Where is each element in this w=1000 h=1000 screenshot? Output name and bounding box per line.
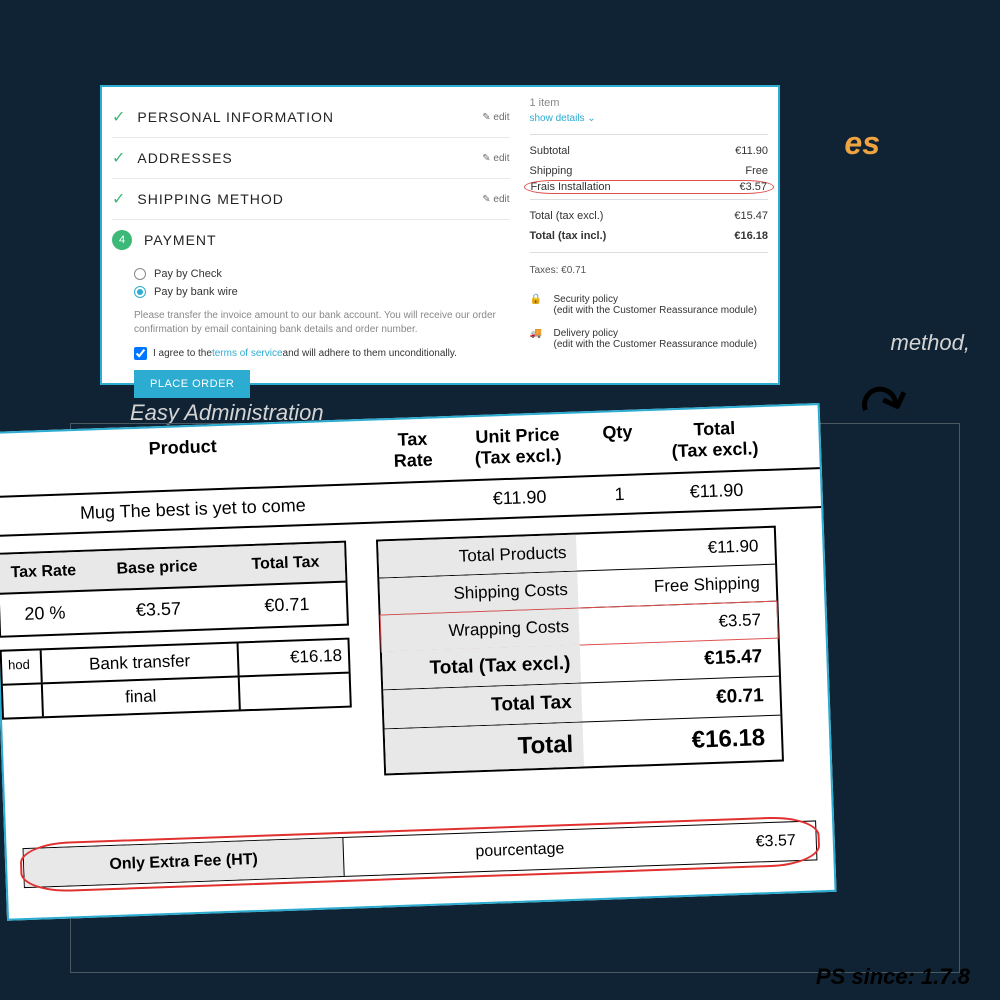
payment-body: Pay by Check Pay by bank wire Please tra… [112, 260, 510, 398]
step-payment: 4 PAYMENT [112, 220, 510, 260]
pay-check[interactable]: Pay by Check [134, 265, 510, 283]
sum-subtotal: Subtotal€11.90 [530, 141, 769, 161]
radio-icon [134, 268, 146, 280]
td-total: €11.90 [654, 478, 795, 504]
bg-text-es: es [844, 125, 880, 162]
bg-text-method: method, [891, 330, 971, 356]
th-tax: TaxRate [372, 428, 453, 473]
edit-link[interactable]: ✎ edit [482, 194, 509, 205]
checkout-panel: ✓ PERSONAL INFORMATION ✎ edit ✓ ADDRESSE… [100, 85, 780, 385]
ps-version: PS since: 1.7.8 [816, 964, 970, 990]
td-unit: €11.90 [454, 485, 585, 511]
pay-wire[interactable]: Pay by bank wire [134, 283, 510, 301]
terms-checkbox[interactable] [134, 347, 147, 360]
edit-link[interactable]: ✎ edit [482, 112, 509, 123]
payment-note: Please transfer the invoice amount to ou… [134, 309, 510, 337]
ef-mode: pourcentage [343, 826, 696, 876]
sum-shipping: ShippingFree [530, 161, 769, 181]
step-title: PERSONAL INFORMATION [137, 109, 334, 125]
lock-icon: 🔒 [530, 294, 548, 305]
th-unit: Unit Price(Tax excl.) [452, 423, 583, 470]
step-addresses[interactable]: ✓ ADDRESSES ✎ edit [112, 138, 510, 179]
terms-link[interactable]: terms of service [212, 348, 283, 359]
totals-table: Total Products€11.90 Shipping CostsFree … [376, 526, 784, 776]
sum-total-excl: Total (tax excl.)€15.47 [530, 206, 769, 226]
terms-pre: I agree to the [153, 348, 212, 359]
terms-post: and will adhere to them unconditionally. [283, 348, 457, 359]
th-qty: Qty [582, 421, 653, 465]
tax-table: Tax RateBase priceTotal Tax 20 %€3.57€0.… [0, 541, 349, 638]
item-count: 1 item [530, 97, 769, 109]
step-personal[interactable]: ✓ PERSONAL INFORMATION ✎ edit [112, 97, 510, 138]
ef-val: €3.57 [695, 821, 816, 863]
check-icon: ✓ [112, 107, 125, 127]
radio-label: Pay by bank wire [154, 286, 238, 298]
sum-fee: Frais Installation€3.57 [524, 180, 775, 194]
radio-icon [134, 286, 146, 298]
check-icon: ✓ [112, 148, 125, 168]
payment-table: hodBank transfer€16.18 final [0, 638, 352, 720]
checkout-steps: ✓ PERSONAL INFORMATION ✎ edit ✓ ADDRESSE… [102, 87, 520, 383]
edit-link[interactable]: ✎ edit [482, 153, 509, 164]
step-title: SHIPPING METHOD [137, 191, 283, 207]
step-title: ADDRESSES [137, 150, 232, 166]
sum-total-incl: Total (tax incl.)€16.18 [530, 226, 769, 246]
order-summary: 1 item show details ⌄ Subtotal€11.90 Shi… [520, 87, 779, 383]
step-title: PAYMENT [144, 232, 217, 248]
delivery-policy: 🚚 Delivery policy(edit with the Customer… [530, 328, 769, 350]
show-details-link[interactable]: show details ⌄ [530, 113, 769, 124]
extra-fee-row: Only Extra Fee (HT) pourcentage €3.57 [23, 820, 818, 888]
invoice-panel: Product TaxRate Unit Price(Tax excl.) Qt… [0, 403, 837, 921]
ef-label: Only Extra Fee (HT) [24, 838, 345, 887]
td-product: Mug The best is yet to come [0, 493, 375, 527]
th-total: Total(Tax excl.) [652, 416, 793, 463]
place-order-button[interactable]: PLACE ORDER [134, 370, 250, 398]
step-number: 4 [112, 230, 132, 250]
terms-row[interactable]: I agree to the terms of service and will… [134, 347, 510, 360]
truck-icon: 🚚 [530, 328, 548, 339]
security-policy: 🔒 Security policy(edit with the Customer… [530, 294, 769, 316]
check-icon: ✓ [112, 189, 125, 209]
td-qty: 1 [584, 483, 655, 506]
radio-label: Pay by Check [154, 268, 222, 280]
step-shipping[interactable]: ✓ SHIPPING METHOD ✎ edit [112, 179, 510, 220]
th-product: Product [0, 431, 374, 486]
sum-taxes: Taxes: €0.71 [530, 259, 769, 282]
